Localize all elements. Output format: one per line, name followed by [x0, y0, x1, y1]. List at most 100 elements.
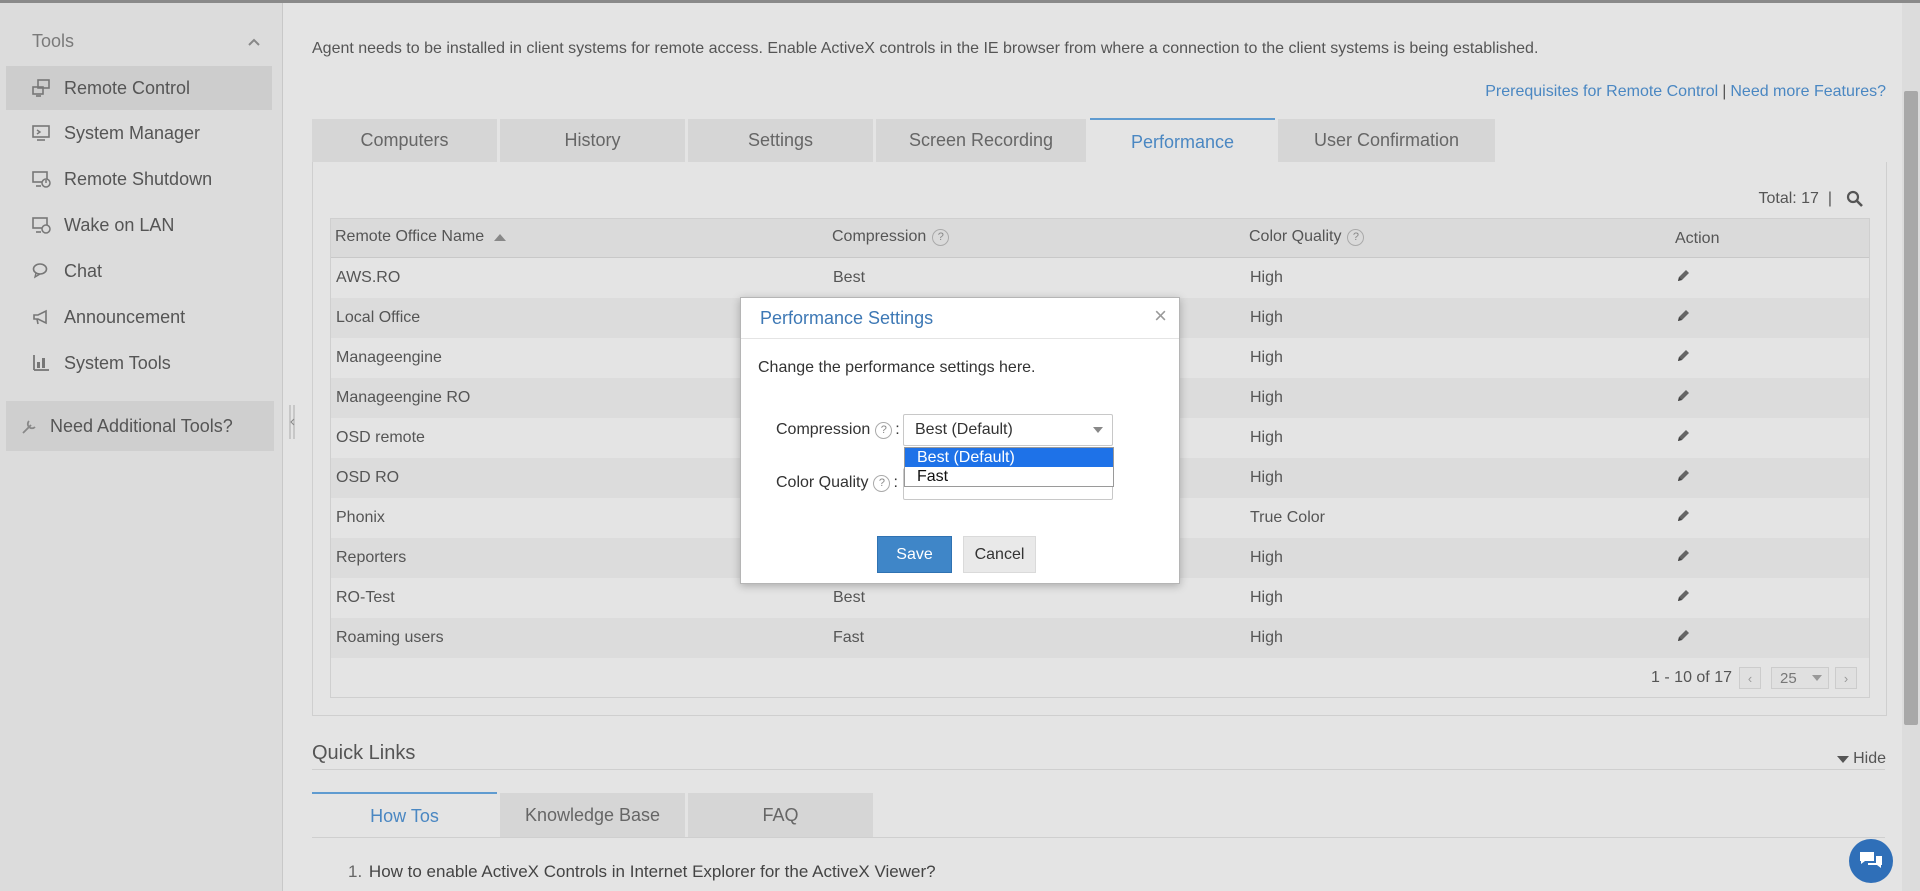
edit-pencil-icon[interactable] — [1675, 428, 1691, 449]
edit-pencil-icon[interactable] — [1675, 308, 1691, 329]
office-name-cell: Reporters — [336, 549, 407, 566]
system-tools-icon — [30, 352, 52, 374]
sidebar-resize-handle[interactable] — [287, 403, 297, 441]
sidebar-header[interactable]: Tools — [32, 31, 74, 52]
quick-links-divider — [312, 769, 1885, 770]
header-label: Remote Office Name — [335, 228, 485, 245]
prerequisites-link[interactable]: Prerequisites for Remote Control — [1485, 83, 1718, 100]
help-icon[interactable]: ? — [1347, 228, 1365, 246]
cancel-button[interactable]: Cancel — [963, 536, 1036, 573]
dropdown-option-fast[interactable]: Fast — [905, 467, 1113, 486]
edit-pencil-icon[interactable] — [1675, 268, 1691, 289]
sidebar-item-announcement[interactable]: Announcement — [6, 295, 272, 339]
sidebar-item-system-tools[interactable]: System Tools — [6, 341, 272, 385]
pager-prev-button[interactable]: ‹ — [1739, 667, 1761, 689]
need-additional-tools-label: Need Additional Tools? — [50, 415, 233, 436]
office-name-cell: Local Office — [336, 309, 421, 326]
tab-screen-recording[interactable]: Screen Recording — [876, 119, 1086, 162]
sidebar-item-wake-on-lan[interactable]: Wake on LAN — [6, 203, 272, 247]
sidebar-item-remote-control[interactable]: Remote Control — [6, 66, 272, 110]
sidebar-item-chat[interactable]: Chat — [6, 249, 272, 293]
edit-pencil-icon[interactable] — [1675, 508, 1691, 529]
help-links: Prerequisites for Remote Control | Need mo… — [1485, 83, 1886, 101]
office-name-cell: Roaming users — [336, 629, 444, 646]
office-name-cell: Phonix — [336, 509, 385, 526]
sort-ascending-icon — [494, 233, 507, 241]
close-icon[interactable]: × — [1154, 305, 1167, 327]
save-button[interactable]: Save — [877, 536, 952, 573]
help-icon[interactable]: ? — [875, 421, 893, 439]
remote-shutdown-icon — [30, 168, 52, 190]
compression-select[interactable]: Best (Default) — [903, 414, 1113, 446]
sidebar-item-remote-shutdown[interactable]: Remote Shutdown — [6, 157, 272, 201]
chevron-up-icon[interactable] — [248, 33, 260, 49]
dialog-title: Performance Settings — [760, 308, 934, 328]
table-header: Remote Office Name Compression? Color Qu… — [331, 219, 1869, 258]
table-footer: 1 - 10 of 17 ‹ 25 › — [331, 657, 1869, 697]
compression-dropdown-list: Best (Default) Fast — [904, 447, 1114, 487]
sidebar: Tools Remote Control System Manager Remo… — [0, 3, 282, 891]
compression-selected-value: Best (Default) — [915, 421, 1013, 438]
compression-cell: Best — [833, 269, 866, 286]
megaphone-icon — [30, 306, 52, 328]
help-icon[interactable]: ? — [873, 474, 891, 492]
scrollbar-thumb[interactable] — [1904, 91, 1918, 725]
office-name-cell: OSD remote — [336, 429, 425, 446]
color-quality-cell: True Color — [1250, 509, 1325, 526]
color-quality-cell: High — [1250, 469, 1283, 486]
how-to-link[interactable]: How to enable ActiveX Controls in Intern… — [369, 862, 936, 881]
table-row: Roaming users Fast High — [331, 618, 1869, 658]
page-size-select[interactable]: 25 — [1771, 667, 1829, 689]
pager-next-button[interactable]: › — [1835, 667, 1857, 689]
tab-knowledge-base[interactable]: Knowledge Base — [500, 793, 685, 837]
need-additional-tools-button[interactable]: Need Additional Tools? — [6, 401, 274, 451]
tab-computers[interactable]: Computers — [312, 119, 497, 162]
more-features-link[interactable]: Need more Features? — [1730, 83, 1886, 100]
sidebar-item-label: System Tools — [64, 352, 171, 373]
edit-pencil-icon[interactable] — [1675, 388, 1691, 409]
sidebar-item-label: Remote Shutdown — [64, 168, 213, 189]
office-name-cell: RO-Test — [336, 589, 395, 606]
sidebar-item-system-manager[interactable]: System Manager — [6, 111, 272, 155]
color-quality-label-text: Color Quality — [776, 474, 869, 491]
table-row: AWS.RO Best High — [331, 258, 1869, 298]
column-action: Action — [1675, 230, 1720, 247]
label-colon: : — [893, 474, 898, 491]
dropdown-option-best[interactable]: Best (Default) — [905, 448, 1113, 467]
office-name-cell: OSD RO — [336, 469, 400, 486]
color-quality-cell: High — [1250, 629, 1283, 646]
edit-pencil-icon[interactable] — [1675, 628, 1691, 649]
hide-quick-links-button[interactable]: Hide — [1837, 750, 1886, 768]
tab-settings[interactable]: Settings — [688, 119, 873, 162]
color-quality-cell: High — [1250, 589, 1283, 606]
column-remote-office-name[interactable]: Remote Office Name — [335, 228, 507, 246]
search-icon[interactable] — [1846, 190, 1864, 213]
edit-pencil-icon[interactable] — [1675, 468, 1691, 489]
edit-pencil-icon[interactable] — [1675, 348, 1691, 369]
sidebar-divider — [282, 3, 283, 891]
hide-label: Hide — [1853, 750, 1886, 767]
tab-history[interactable]: History — [500, 119, 685, 162]
tab-how-tos[interactable]: How Tos — [312, 792, 497, 838]
dialog-header: Performance Settings × — [741, 298, 1179, 339]
page-size-value: 25 — [1780, 669, 1797, 687]
color-quality-cell: High — [1250, 429, 1283, 446]
color-quality-cell: High — [1250, 269, 1283, 286]
top-border — [0, 0, 1920, 3]
how-to-item[interactable]: 1. How to enable ActiveX Controls in Int… — [348, 862, 936, 882]
edit-pencil-icon[interactable] — [1675, 588, 1691, 609]
page-scrollbar[interactable] — [1902, 3, 1920, 891]
color-quality-label: Color Quality?: — [776, 474, 898, 492]
chevron-down-icon — [1093, 427, 1103, 433]
edit-pencil-icon[interactable] — [1675, 548, 1691, 569]
sidebar-item-label: Wake on LAN — [64, 214, 175, 235]
help-icon[interactable]: ? — [932, 228, 950, 246]
tab-performance[interactable]: Performance — [1090, 118, 1275, 164]
item-number: 1. — [348, 862, 363, 881]
wake-on-lan-icon — [30, 214, 52, 236]
tab-faq[interactable]: FAQ — [688, 793, 873, 837]
chat-support-button[interactable] — [1849, 839, 1893, 883]
column-compression: Compression? — [832, 228, 950, 246]
caret-down-icon — [1837, 755, 1850, 763]
tab-user-confirmation[interactable]: User Confirmation — [1278, 119, 1495, 162]
